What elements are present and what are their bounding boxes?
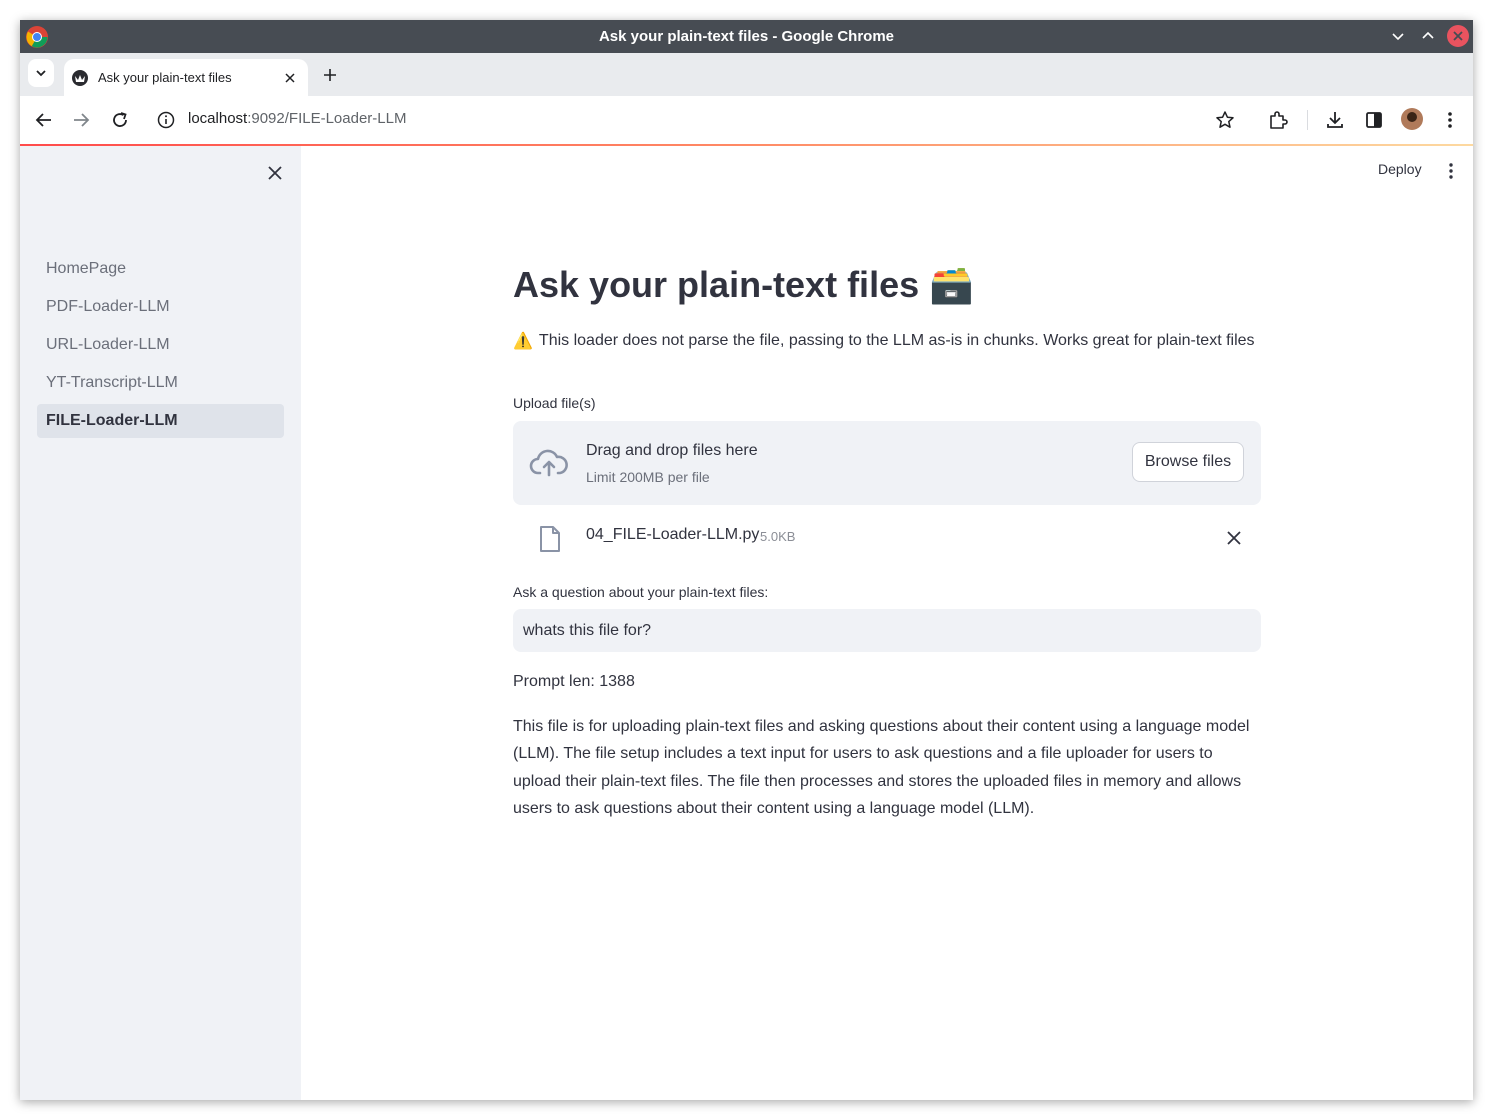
- deploy-button[interactable]: Deploy: [1378, 161, 1422, 177]
- sidebar-nav: HomePage PDF-Loader-LLM URL-Loader-LLM Y…: [37, 252, 284, 442]
- tab-search-button[interactable]: [28, 59, 54, 87]
- extensions-button[interactable]: [1266, 108, 1290, 132]
- page-title: Ask your plain-text files 🗃️: [513, 264, 974, 306]
- streamlit-favicon-icon: [72, 69, 88, 86]
- tab-strip: Ask your plain-text files: [20, 53, 1473, 96]
- page-title-text: Ask your plain-text files: [513, 264, 920, 305]
- file-dropzone[interactable]: Drag and drop files here Limit 200MB per…: [513, 421, 1261, 505]
- url-host: localhost: [188, 110, 248, 127]
- upload-label: Upload file(s): [513, 395, 596, 411]
- app-menu-button[interactable]: [1441, 160, 1461, 182]
- window-title: Ask your plain-text files - Google Chrom…: [598, 28, 895, 45]
- remove-file-button[interactable]: [1223, 527, 1245, 549]
- question-input[interactable]: [513, 609, 1261, 652]
- browse-files-button[interactable]: Browse files: [1132, 442, 1244, 482]
- forward-button[interactable]: [69, 108, 93, 132]
- file-size: 5.0KB: [760, 529, 796, 544]
- window-titlebar: Ask your plain-text files - Google Chrom…: [20, 20, 1473, 53]
- warning-text: This loader does not parse the file, pas…: [538, 332, 1255, 349]
- sidebar-item-homepage[interactable]: HomePage: [37, 252, 284, 286]
- arrow-left-icon: [35, 113, 51, 127]
- side-panel-icon: [1366, 112, 1382, 128]
- info-icon: [157, 111, 175, 129]
- dropzone-title: Drag and drop files here: [586, 442, 758, 459]
- sidebar: HomePage PDF-Loader-LLM URL-Loader-LLM Y…: [20, 146, 301, 1100]
- back-button[interactable]: [32, 108, 56, 132]
- chevron-down-icon: [36, 70, 46, 77]
- download-icon: [1327, 112, 1343, 128]
- close-icon: [285, 72, 295, 83]
- close-icon: [1227, 531, 1241, 545]
- sidebar-item-yt-transcript[interactable]: YT-Transcript-LLM: [37, 366, 284, 400]
- tab-close-button[interactable]: [280, 68, 300, 88]
- close-icon: [268, 166, 282, 180]
- more-vertical-icon: [1449, 163, 1453, 179]
- close-window-button[interactable]: [1447, 25, 1469, 47]
- card-file-box-icon: 🗃️: [929, 264, 974, 305]
- toolbar-separator: [1307, 110, 1308, 130]
- browser-window: Ask your plain-text files - Google Chrom…: [20, 20, 1473, 1100]
- arrow-right-icon: [74, 113, 90, 127]
- active-tab[interactable]: Ask your plain-text files: [64, 59, 308, 96]
- star-icon: [1216, 111, 1234, 128]
- warning-icon: ⚠️: [513, 333, 533, 350]
- side-panel-button[interactable]: [1362, 108, 1386, 132]
- browser-toolbar: localhost:9092/FILE-Loader-LLM: [20, 96, 1473, 144]
- url-path: :9092/FILE-Loader-LLM: [247, 110, 407, 127]
- question-label: Ask a question about your plain-text fil…: [513, 584, 769, 600]
- maximize-button[interactable]: [1417, 25, 1439, 47]
- puzzle-icon: [1270, 111, 1288, 129]
- sidebar-collapse-button[interactable]: [264, 162, 286, 184]
- uploaded-file-row: 04_FILE-Loader-LLM.py 5.0KB: [513, 521, 1261, 561]
- window-controls: [1387, 25, 1469, 47]
- profile-avatar[interactable]: [1401, 108, 1423, 130]
- file-name: 04_FILE-Loader-LLM.py: [586, 526, 760, 543]
- llm-answer: This file is for uploading plain-text fi…: [513, 718, 1250, 817]
- bookmark-button[interactable]: [1213, 108, 1237, 132]
- chevron-up-icon: [1422, 31, 1434, 39]
- sidebar-item-file-loader[interactable]: FILE-Loader-LLM: [37, 404, 284, 438]
- sidebar-item-url-loader[interactable]: URL-Loader-LLM: [37, 328, 284, 362]
- dropzone-limit: Limit 200MB per file: [586, 469, 710, 485]
- file-icon: [540, 526, 560, 552]
- chrome-logo-icon: [26, 26, 48, 48]
- sidebar-item-pdf-loader[interactable]: PDF-Loader-LLM: [37, 290, 284, 324]
- more-vertical-icon: [1448, 112, 1452, 128]
- new-tab-button[interactable]: [318, 63, 342, 87]
- tab-title: Ask your plain-text files: [98, 70, 232, 85]
- browser-menu-button[interactable]: [1438, 108, 1462, 132]
- address-bar[interactable]: localhost:9092/FILE-Loader-LLM: [188, 110, 406, 127]
- close-icon: [1453, 31, 1463, 41]
- chevron-down-icon: [1392, 33, 1404, 41]
- prompt-length: Prompt len: 1388: [513, 673, 635, 690]
- warning-message: ⚠️ This loader does not parse the file, …: [513, 331, 1255, 351]
- minimize-button[interactable]: [1387, 25, 1409, 47]
- downloads-button[interactable]: [1323, 108, 1347, 132]
- main-area: Deploy Ask your plain-text files 🗃️ ⚠️ T…: [301, 146, 1473, 1100]
- reload-button[interactable]: [108, 108, 132, 132]
- reload-icon: [113, 112, 127, 127]
- cloud-upload-icon: [529, 449, 568, 477]
- site-info-button[interactable]: [154, 108, 178, 132]
- plus-icon: [324, 69, 336, 81]
